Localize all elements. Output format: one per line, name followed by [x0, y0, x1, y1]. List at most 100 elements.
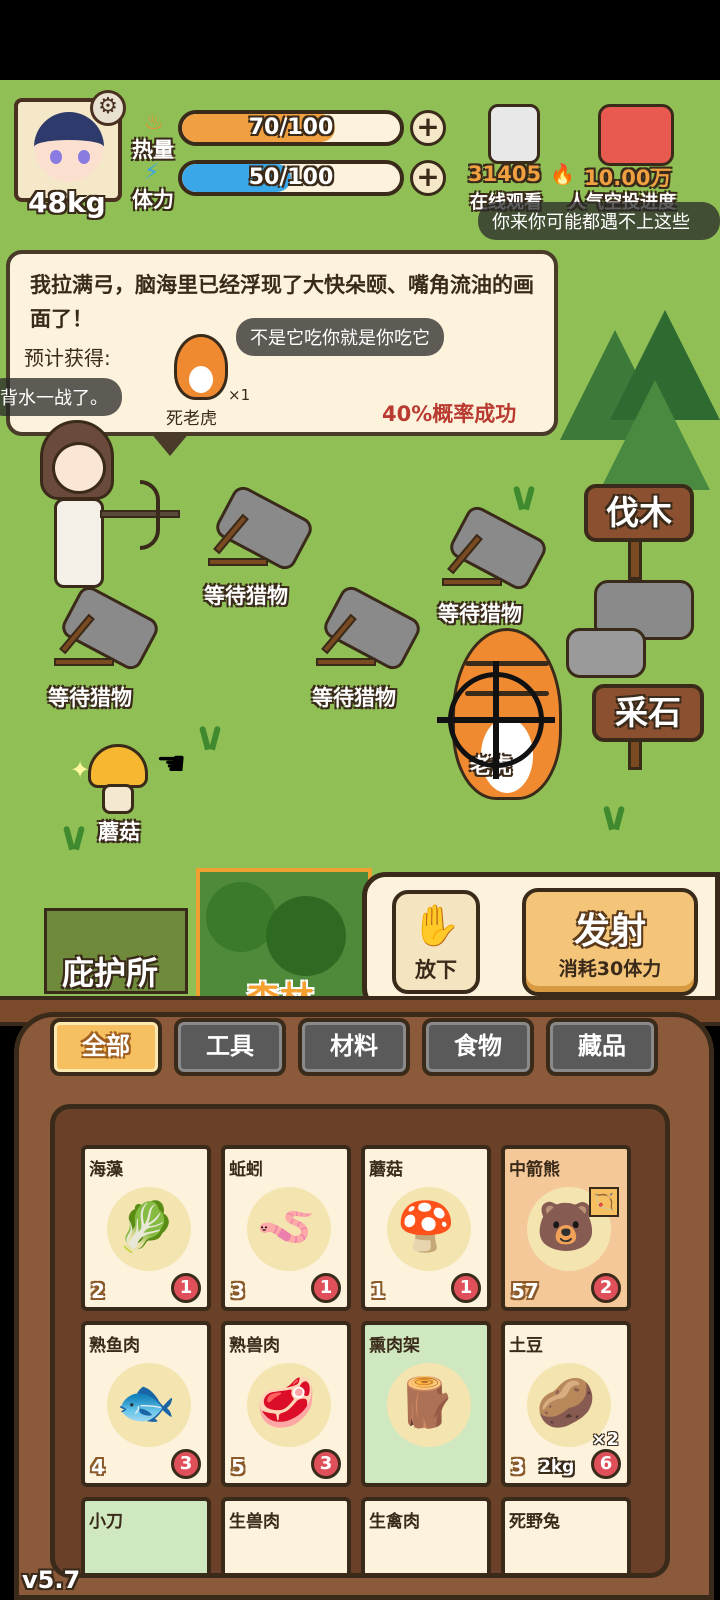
dead-tiger-icon — [174, 334, 228, 400]
item-name: 蚯蚓 — [229, 1160, 263, 1180]
trap[interactable] — [432, 502, 550, 600]
sparkle-icon: ✦ — [70, 756, 91, 784]
item-count-badge: 2 — [591, 1273, 621, 1303]
drop-hand-icon: ✋ — [411, 903, 461, 949]
item-name: 熟鱼肉 — [89, 1336, 140, 1356]
trap[interactable] — [306, 582, 424, 680]
item-name: 土豆 — [509, 1336, 543, 1356]
item-icon: 🪵 — [396, 1375, 456, 1431]
avatar-eye — [78, 150, 90, 164]
viewer-count: 31405 — [468, 162, 542, 186]
fire-button[interactable]: 发射 消耗30体力 — [522, 888, 698, 996]
item-name: 蘑菇 — [369, 1160, 403, 1180]
inventory-item[interactable]: 熟兽肉 🥩 5 3 — [221, 1321, 351, 1487]
item-count-badge: 1 — [171, 1273, 201, 1303]
inventory-item[interactable]: 小刀 — [81, 1497, 211, 1573]
tab-3[interactable]: 食物 — [422, 1018, 534, 1076]
item-level: 2 — [91, 1279, 105, 1303]
pointing-hand-icon: ☚ — [156, 744, 187, 784]
item-icon: 🐟 — [116, 1375, 176, 1431]
fire-cost: 消耗30体力 — [558, 958, 662, 980]
stamina-value: 50/100 — [248, 165, 334, 190]
tab-2[interactable]: 材料 — [298, 1018, 410, 1076]
bow-icon — [140, 480, 160, 550]
tab-0[interactable]: 全部 — [50, 1018, 162, 1076]
hunter-character — [36, 420, 116, 592]
player-weight: 48kg — [28, 186, 106, 219]
trap-status: 等待猎物 — [438, 602, 522, 626]
inventory-item[interactable]: 生兽肉 — [221, 1497, 351, 1573]
avatar-eye — [50, 150, 62, 164]
tab-4[interactable]: 藏品 — [546, 1018, 658, 1076]
item-count-badge: 3 — [311, 1449, 341, 1479]
trap[interactable] — [198, 482, 316, 580]
item-name: 海藻 — [89, 1160, 123, 1180]
airdrop-gift-icon[interactable] — [598, 104, 674, 166]
trap-status: 等待猎物 — [204, 584, 288, 608]
inventory-item[interactable]: 土豆 🥔 3 6 2kg ×2 — [501, 1321, 631, 1487]
tree — [600, 380, 710, 490]
reward-quantity: ×1 — [228, 386, 251, 404]
inventory-item[interactable]: 中箭熊 🐻 57 2 🏹 — [501, 1145, 631, 1311]
item-multiplier: ×2 — [591, 1429, 619, 1450]
fire-icon: 🔥 — [550, 162, 575, 186]
heat-value: 70/100 — [248, 115, 334, 140]
drop-button[interactable]: ✋ 放下 — [392, 890, 480, 994]
trap[interactable] — [44, 582, 162, 680]
grass-decoration — [60, 820, 90, 850]
inventory-item[interactable]: 生禽肉 — [361, 1497, 491, 1573]
mushroom-stem[interactable] — [102, 784, 134, 814]
item-weight: 2kg — [539, 1457, 575, 1477]
camera-icon[interactable] — [488, 104, 540, 164]
item-count-badge: 3 — [171, 1449, 201, 1479]
inventory-item[interactable]: 熟鱼肉 🐟 4 3 — [81, 1321, 211, 1487]
sign-stone[interactable]: 采石 — [592, 684, 704, 742]
inventory-item[interactable]: 蚯蚓 🪱 3 1 — [221, 1145, 351, 1311]
trap-status: 等待猎物 — [48, 686, 132, 710]
inventory-item[interactable]: 死野兔 — [501, 1497, 631, 1573]
item-count-badge: 1 — [451, 1273, 481, 1303]
item-name: 生兽肉 — [229, 1512, 280, 1532]
status-bar — [0, 0, 720, 80]
tiger-belly — [189, 366, 213, 393]
add-heat-button[interactable]: + — [410, 110, 446, 146]
item-level: 4 — [91, 1455, 105, 1479]
settings-gear-icon[interactable]: ⚙ — [90, 90, 126, 126]
inventory-item[interactable]: 熏肉架 🪵 — [361, 1321, 491, 1487]
add-stamina-button[interactable]: + — [410, 160, 446, 196]
item-name: 中箭熊 — [509, 1160, 560, 1180]
item-name: 熏肉架 — [369, 1336, 420, 1356]
reward-name: 死老虎 — [166, 409, 217, 429]
tab-1[interactable]: 工具 — [174, 1018, 286, 1076]
item-count-badge: 1 — [311, 1273, 341, 1303]
item-name: 熟兽肉 — [229, 1336, 280, 1356]
item-level: 3 — [231, 1279, 245, 1303]
danmaku-message: 不是它吃你就是你吃它 — [236, 318, 444, 356]
version-label: v5.7 — [22, 1566, 81, 1594]
rock — [566, 628, 646, 678]
inventory-grid: 海藻 🥬 2 1 蚯蚓 🪱 3 1 蘑菇 🍄 1 1 中箭熊 🐻 57 2 🏹 熟鱼肉 🐟 4 3 熟兽肉 🥩 5 3 熏肉架 🪵 土… — [50, 1104, 670, 1578]
success-chance: 40%概率成功 — [382, 402, 517, 426]
item-name: 小刀 — [89, 1512, 123, 1532]
stamina-label: 体力 — [132, 188, 174, 212]
hunter-face — [52, 442, 106, 494]
item-level: 57 — [511, 1279, 539, 1303]
item-icon: 🥩 — [256, 1375, 316, 1431]
shelter-label[interactable]: 庇护所 — [62, 948, 158, 994]
inventory-item[interactable]: 蘑菇 🍄 1 1 — [361, 1145, 491, 1311]
item-icon: 🍄 — [396, 1199, 456, 1255]
item-level: 5 — [231, 1455, 245, 1479]
danmaku-message: 你来你可能都遇不上这些 — [478, 202, 720, 240]
item-icon: 🥬 — [116, 1199, 176, 1255]
inventory-item[interactable]: 海藻 🥬 2 1 — [81, 1145, 211, 1311]
expected-label: 预计获得: — [24, 346, 111, 370]
item-count-badge: 6 — [591, 1449, 621, 1479]
fire-label: 发射 — [573, 911, 646, 952]
item-icon: 🥔 — [536, 1375, 596, 1431]
stamina-icon: ⚡ — [144, 160, 160, 185]
sign-wood[interactable]: 伐木 — [584, 484, 694, 542]
danmaku-message: 背水一战了。 — [0, 378, 122, 416]
mushroom-label: 蘑菇 — [98, 820, 140, 844]
grass-decoration — [196, 720, 226, 750]
item-icon: 🪱 — [256, 1199, 316, 1255]
